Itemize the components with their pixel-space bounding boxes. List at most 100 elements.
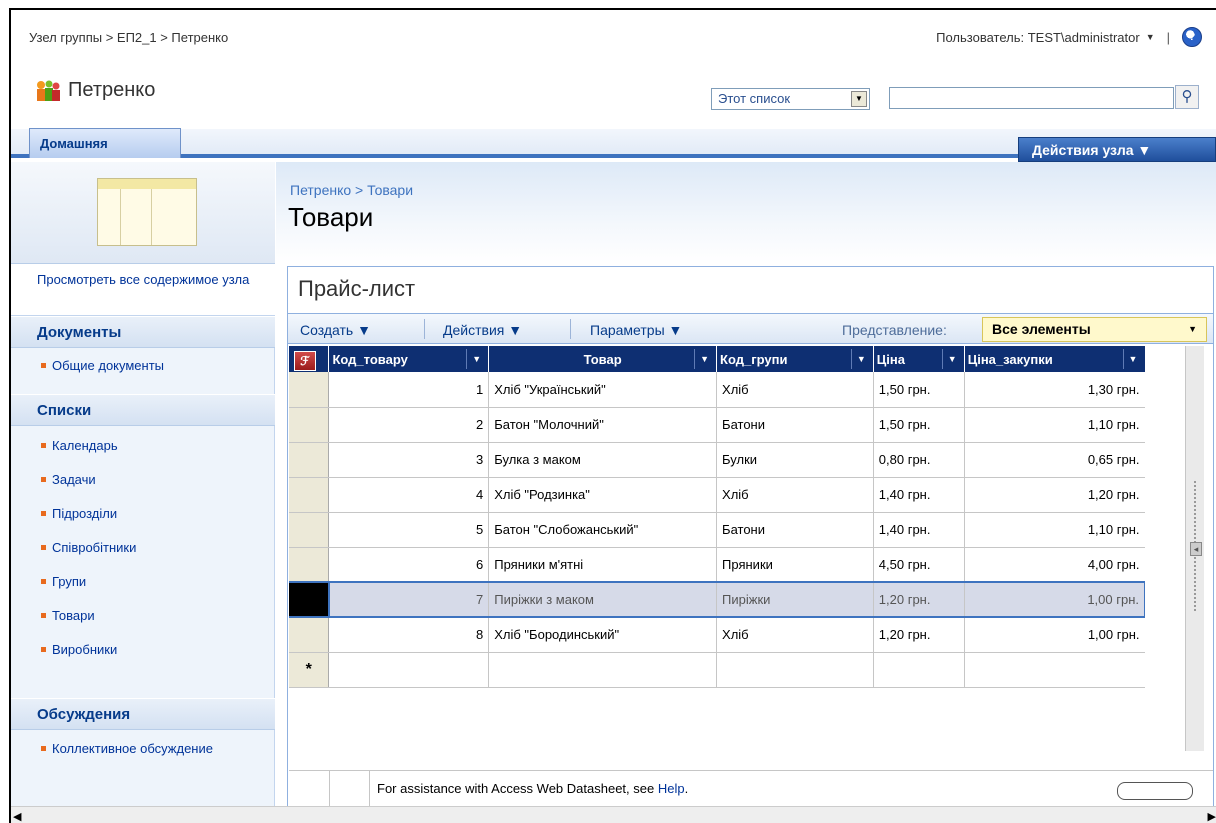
datasheet-task-pane-button[interactable]: ℱ <box>289 346 330 372</box>
cell-price[interactable]: 1,40 грн. <box>873 512 965 548</box>
global-breadcrumb[interactable]: Узел группы > ЕП2_1 > Петренко <box>29 30 228 45</box>
table-row[interactable]: 1 Хліб "Український" Хліб 1,50 грн. 1,30 грн… <box>289 372 1146 408</box>
cell-price[interactable]: 1,20 грн. <box>873 581 965 618</box>
cell-price[interactable] <box>873 652 965 688</box>
cell-price[interactable]: 1,40 грн. <box>873 477 965 513</box>
row-selector[interactable] <box>289 547 330 583</box>
search-input[interactable] <box>889 87 1174 109</box>
table-row[interactable]: 5 Батон "Слобожанський" Батони 1,40 грн. 1,1… <box>289 512 1146 548</box>
cell-product[interactable]: Батон "Слобожанський" <box>488 512 718 548</box>
nav-item-tasks[interactable]: Задачи <box>37 472 96 487</box>
cell-purchase-price[interactable]: 1,10 грн. <box>964 512 1146 548</box>
cell-code[interactable]: 3 <box>328 442 490 478</box>
cell-purchase-price[interactable]: 1,10 грн. <box>964 407 1146 443</box>
nav-header-discussions[interactable]: Обсуждения <box>11 698 275 730</box>
user-menu-arrow-icon[interactable]: ▼ <box>1146 32 1155 42</box>
nav-item-groups[interactable]: Групи <box>37 574 86 589</box>
cell-code[interactable]: 4 <box>328 477 490 513</box>
cell-price[interactable]: 0,80 грн. <box>873 442 965 478</box>
cell-code[interactable] <box>328 652 490 688</box>
site-title[interactable]: Петренко <box>68 79 155 102</box>
row-selector[interactable] <box>289 372 330 408</box>
nav-header-documents[interactable]: Документы <box>11 316 275 348</box>
chevron-down-icon[interactable]: ▼ <box>1188 324 1197 334</box>
nav-item-employees[interactable]: Співробітники <box>37 540 136 555</box>
table-row[interactable]: 8 Хліб "Бородинський" Хліб 1,20 грн. 1,00 гр… <box>289 617 1146 653</box>
help-link[interactable]: Help <box>658 781 685 796</box>
cell-product[interactable]: Батон "Молочний" <box>488 407 718 443</box>
settings-menu-button[interactable]: Параметры ▼ <box>590 322 682 338</box>
scroll-grip-icon[interactable]: ◂ <box>1190 542 1202 556</box>
search-icon[interactable]: ⚲ <box>1175 85 1199 109</box>
view-all-content-link[interactable]: Просмотреть все содержимое узла <box>11 264 275 316</box>
column-filter-icon[interactable]: ▼ <box>466 349 486 369</box>
page-breadcrumb[interactable]: Петренко > Товари <box>290 182 413 198</box>
nav-item-team-discussion[interactable]: Коллективное обсуждение <box>37 741 237 756</box>
view-select[interactable]: Все элементы ▼ <box>982 317 1207 342</box>
cell-group-code[interactable]: Хліб <box>716 372 874 408</box>
actions-menu-button[interactable]: Действия ▼ <box>443 322 522 338</box>
cell-group-code[interactable]: Батони <box>716 512 874 548</box>
column-filter-icon[interactable]: ▼ <box>850 349 871 369</box>
column-header-price[interactable]: Ціна ▼ <box>873 346 965 372</box>
cell-price[interactable]: 1,20 грн. <box>873 617 965 653</box>
column-filter-icon[interactable]: ▼ <box>941 349 962 369</box>
cell-code[interactable]: 1 <box>328 372 490 408</box>
cell-purchase-price[interactable]: 1,20 грн. <box>964 477 1146 513</box>
cell-purchase-price[interactable]: 1,30 грн. <box>964 372 1146 408</box>
cell-code[interactable]: 7 <box>327 581 490 618</box>
cell-code[interactable]: 5 <box>328 512 490 548</box>
table-row[interactable]: 7 Пиріжки з маком Пиріжки 1,20 грн. 1,00 грн… <box>289 581 1146 618</box>
column-header-purchase-price[interactable]: Ціна_закупки ▼ <box>964 346 1146 372</box>
site-actions-menu[interactable]: Действия узла ▼ <box>1018 137 1216 162</box>
horizontal-scrollbar[interactable]: ◀ ▶ <box>11 806 1216 823</box>
nav-item-departments[interactable]: Підрозділи <box>37 506 117 521</box>
row-selector[interactable] <box>289 512 330 548</box>
cell-price[interactable]: 4,50 грн. <box>873 547 965 583</box>
row-selector[interactable] <box>289 477 330 513</box>
user-menu[interactable]: Пользователь: TEST\administrator <box>936 30 1140 45</box>
row-selector[interactable] <box>289 442 330 478</box>
nav-item-shared-documents[interactable]: Общие документы <box>37 358 164 373</box>
scroll-left-icon[interactable]: ◀ <box>13 810 21 823</box>
cell-group-code[interactable]: Хліб <box>716 477 874 513</box>
table-row[interactable]: 4 Хліб "Родзинка" Хліб 1,40 грн. 1,20 грн. <box>289 477 1146 513</box>
new-menu-button[interactable]: Создать ▼ <box>300 322 371 338</box>
cell-purchase-price[interactable]: 1,00 грн. <box>964 581 1146 618</box>
cell-group-code[interactable]: Батони <box>716 407 874 443</box>
cell-code[interactable]: 8 <box>328 617 490 653</box>
nav-item-products[interactable]: Товари <box>37 608 95 623</box>
table-row[interactable]: 6 Пряники м'ятні Пряники 4,50 грн. 4,00 грн. <box>289 547 1146 583</box>
nav-item-calendar[interactable]: Календарь <box>37 438 118 453</box>
cell-product[interactable] <box>488 652 718 688</box>
table-row[interactable]: 2 Батон "Молочний" Батони 1,50 грн. 1,10 грн… <box>289 407 1146 443</box>
chevron-down-icon[interactable]: ▼ <box>851 91 867 107</box>
cell-product[interactable]: Булка з маком <box>488 442 718 478</box>
cell-group-code[interactable]: Булки <box>716 442 874 478</box>
cell-purchase-price[interactable] <box>964 652 1146 688</box>
column-filter-icon[interactable]: ▼ <box>694 349 714 369</box>
nav-header-lists[interactable]: Списки <box>11 394 275 426</box>
cell-price[interactable]: 1,50 грн. <box>873 407 965 443</box>
cell-product[interactable]: Пряники м'ятні <box>488 547 718 583</box>
cell-product[interactable]: Пиріжки з маком <box>488 581 718 618</box>
table-row[interactable]: 3 Булка з маком Булки 0,80 грн. 0,65 грн. <box>289 442 1146 478</box>
row-selector[interactable] <box>289 407 330 443</box>
cell-code[interactable]: 2 <box>328 407 490 443</box>
row-selector[interactable] <box>289 581 330 618</box>
cell-group-code[interactable]: Хліб <box>716 617 874 653</box>
column-header-product[interactable]: Товар ▼ <box>488 346 718 372</box>
new-row[interactable]: * <box>289 652 1146 688</box>
vertical-scrollbar[interactable]: ◂ <box>1185 346 1204 751</box>
cell-product[interactable]: Хліб "Український" <box>488 372 718 408</box>
cell-purchase-price[interactable]: 4,00 грн. <box>964 547 1146 583</box>
cell-product[interactable]: Хліб "Родзинка" <box>488 477 718 513</box>
cell-group-code[interactable]: Пиріжки <box>716 581 874 618</box>
help-icon[interactable]: ? <box>1182 27 1202 47</box>
cell-code[interactable]: 6 <box>328 547 490 583</box>
scroll-right-icon[interactable]: ▶ <box>1208 810 1216 823</box>
cell-price[interactable]: 1,50 грн. <box>873 372 965 408</box>
cell-purchase-price[interactable]: 0,65 грн. <box>964 442 1146 478</box>
cell-group-code[interactable]: Пряники <box>716 547 874 583</box>
column-header-code[interactable]: Код_товару ▼ <box>328 346 490 372</box>
